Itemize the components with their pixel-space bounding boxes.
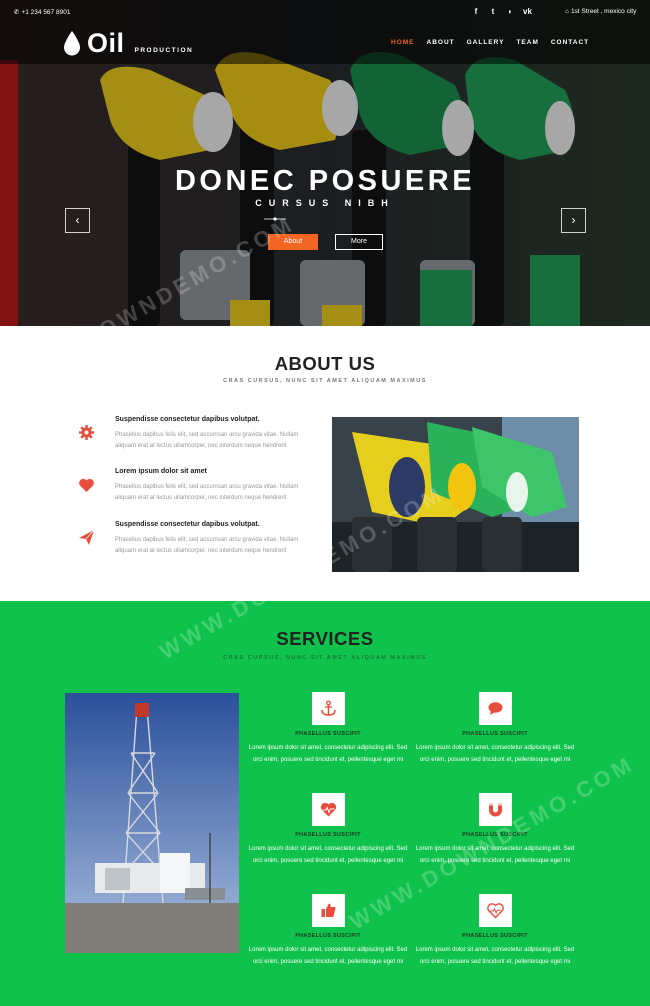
feature-text: Phasellus dapibus felis elit, sed accums… xyxy=(115,432,299,449)
hero-title: DONEC POSUERE xyxy=(174,165,476,197)
about-tagline: CRAS CURSUS, NUNC SIT AMET ALIQUAM MAXIM… xyxy=(223,378,427,384)
services-tagline: CRAS CURSUS, NUNC SIT AMET ALIQUAM MAXIM… xyxy=(223,655,427,661)
service-icon-box xyxy=(312,894,345,927)
divider-ornament-icon xyxy=(264,217,286,221)
heart-pulse-icon xyxy=(487,903,504,919)
phone-icon: ✆ xyxy=(14,9,20,16)
more-button[interactable]: More xyxy=(335,234,383,250)
nav-gallery[interactable]: GALLERY xyxy=(467,39,505,46)
slider-next-button[interactable]: › xyxy=(561,208,586,233)
service-text: Lorem ipsum dolor sit amet, consectetur … xyxy=(248,745,408,763)
heartbeat-icon xyxy=(320,802,337,817)
nav-home[interactable]: HOME xyxy=(391,39,415,46)
thumbs-up-icon xyxy=(321,903,336,917)
anchor-icon xyxy=(321,700,336,716)
gear-icon xyxy=(79,425,94,440)
hero-section: ✆ +1 234 567 8901 f t ◗ vk ⌂ 1st Street … xyxy=(0,0,650,326)
service-title: PHASELLUS SUSCIPIT xyxy=(295,731,361,737)
nav-about[interactable]: ABOUT xyxy=(427,39,455,46)
contact-phone[interactable]: ✆ +1 234 567 8901 xyxy=(14,8,71,17)
feature-title: Suspendisse consectetur dapibus volutpat… xyxy=(115,416,260,423)
service-title: PHASELLUS SUSCIPIT xyxy=(462,832,528,838)
main-nav: HOME ABOUT GALLERY TEAM CONTACT xyxy=(391,39,589,46)
address: ⌂ 1st Street , mexico city xyxy=(565,8,636,15)
oil-rig-illustration xyxy=(65,693,239,953)
about-heading: ABOUT US xyxy=(274,353,376,374)
service-title: PHASELLUS SUSCIPIT xyxy=(295,933,361,939)
service-title: PHASELLUS SUSCIPIT xyxy=(462,731,528,737)
social-links: f t ◗ vk xyxy=(472,7,532,16)
magnet-icon xyxy=(489,803,502,817)
paper-plane-icon xyxy=(79,529,95,545)
service-text: Lorem ipsum dolor sit amet, consectetur … xyxy=(415,947,575,965)
service-text: Lorem ipsum dolor sit amet, consectetur … xyxy=(415,846,575,864)
service-title: PHASELLUS SUSCIPIT xyxy=(462,933,528,939)
oil-rig-photo xyxy=(65,693,239,953)
service-icon-box xyxy=(479,793,512,826)
phone-number: +1 234 567 8901 xyxy=(21,8,71,16)
address-text: 1st Street , mexico city xyxy=(570,8,637,15)
twitter-icon[interactable]: t xyxy=(489,7,497,16)
feature-text: Phasellus dapibus felis elit, sed accums… xyxy=(115,537,299,554)
slider-prev-button[interactable]: ‹ xyxy=(65,208,90,233)
logo-subtitle: PRODUCTION xyxy=(134,47,194,54)
feature-title: Lorem ipsum dolor sit amet xyxy=(115,468,207,475)
fuel-nozzles-photo xyxy=(332,417,579,572)
service-icon-box xyxy=(312,692,345,725)
service-icon-box xyxy=(312,793,345,826)
service-title: PHASELLUS SUSCIPIT xyxy=(295,832,361,838)
nozzle-illustration xyxy=(332,417,579,572)
service-text: Lorem ipsum dolor sit amet, consectetur … xyxy=(248,846,408,864)
vk-icon[interactable]: vk xyxy=(523,7,532,16)
home-icon: ⌂ xyxy=(565,8,569,15)
logo-word: Oil xyxy=(87,28,125,58)
feature-text: Phasellus dapibus felis elit, sed accums… xyxy=(115,484,299,501)
facebook-icon[interactable]: f xyxy=(472,7,480,16)
about-button[interactable]: About xyxy=(268,234,318,250)
service-icon-box xyxy=(479,692,512,725)
heart-icon xyxy=(79,478,94,492)
oil-drop-icon xyxy=(64,31,80,56)
site-logo[interactable]: Oil PRODUCTION xyxy=(64,28,194,58)
service-text: Lorem ipsum dolor sit amet, consectetur … xyxy=(415,745,575,763)
nav-contact[interactable]: CONTACT xyxy=(551,39,589,46)
top-bar: ✆ +1 234 567 8901 f t ◗ vk ⌂ 1st Street … xyxy=(0,0,650,64)
service-icon-box xyxy=(479,894,512,927)
feature-title: Suspendisse consectetur dapibus volutpat… xyxy=(115,521,260,528)
services-heading: SERVICES xyxy=(276,628,374,649)
hero-subtitle: CURSUS NIBH xyxy=(255,198,395,208)
speech-bubble-icon xyxy=(488,702,503,715)
nav-team[interactable]: TEAM xyxy=(516,39,538,46)
service-text: Lorem ipsum dolor sit amet, consectetur … xyxy=(248,947,408,965)
rss-icon[interactable]: ◗ xyxy=(506,7,514,16)
